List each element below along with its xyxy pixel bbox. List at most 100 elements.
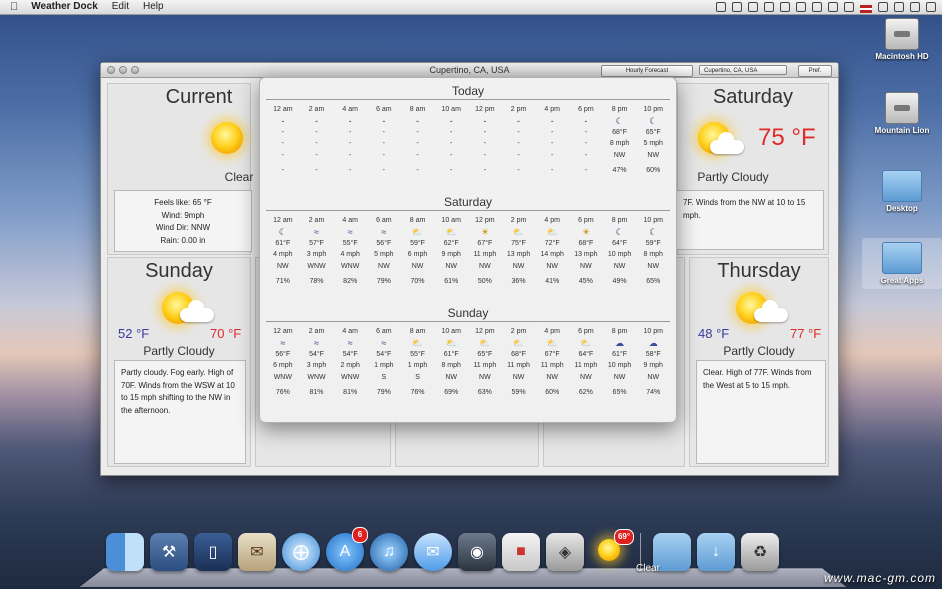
pc-icon: ⛅	[411, 227, 424, 238]
bluetooth-icon[interactable]	[796, 1, 806, 12]
hour-wind-speed: -	[281, 140, 284, 148]
trash-icon[interactable]: ♻	[741, 533, 779, 571]
folder-icon	[882, 170, 922, 202]
hour-wind-speed: 5 mph	[643, 140, 663, 148]
hour-time: 6 am	[376, 328, 392, 335]
user-icon[interactable]	[878, 1, 888, 12]
hour-wind-dir: NW	[445, 373, 458, 381]
plus-icon[interactable]	[764, 1, 774, 12]
hour-column: 8 pm ☾ 68°F 8 mph NW 47%	[603, 104, 637, 176]
location-select[interactable]: Cupertino, CA, USA	[699, 65, 787, 75]
hour-temp: 61°F	[275, 240, 291, 248]
hour-column: 4 am - - - - -	[333, 104, 367, 176]
pc-icon: ⛅	[445, 227, 457, 238]
mail-stamp-icon[interactable]: ✉	[238, 533, 276, 571]
wifi-icon[interactable]	[812, 1, 822, 12]
apple-menu-icon[interactable]: 	[0, 0, 24, 14]
hour-temp: 62°F	[443, 240, 459, 248]
hour-humidity: 65%	[646, 277, 661, 285]
pc-icon: ⛅	[445, 338, 457, 349]
hour-column: 2 am ≈57°F 3 mph WNW 78%	[300, 215, 334, 287]
hour-wind-speed: 4 mph	[340, 251, 360, 259]
hour-humidity: 62%	[578, 388, 593, 396]
hour-temp: 64°F	[578, 351, 594, 359]
notification-center-icon[interactable]	[926, 1, 936, 12]
spotlight-search-icon[interactable]	[910, 1, 920, 12]
app-menu[interactable]: Weather Dock	[24, 0, 105, 14]
hour-humidity: -	[349, 166, 352, 174]
facetime-icon[interactable]: ◉	[458, 533, 496, 571]
safari-icon[interactable]: ⨁	[282, 533, 320, 571]
view-mode-select[interactable]: Hourly Forecast	[601, 65, 693, 77]
battery-icon[interactable]	[844, 1, 854, 12]
app-store-badge: 6	[352, 527, 368, 543]
blank-icon: -	[315, 116, 318, 127]
downloads-folder-icon[interactable]: ↓	[697, 533, 735, 571]
hour-wind-dir: WNW	[307, 373, 326, 381]
hour-wind-speed: 10 mph	[607, 251, 632, 259]
hour-time: 12 pm	[475, 217, 495, 224]
thursday-title: Thursday	[717, 260, 801, 282]
watermark: www.mac-gm.com	[823, 571, 936, 585]
hour-wind-dir: NW	[647, 373, 660, 381]
pc-icon: ⛅	[411, 338, 424, 349]
hour-column: 6 am ≈56°F 5 mph NW 79%	[367, 215, 401, 287]
thursday-low-temp: 48 °F	[698, 326, 730, 341]
saturday-temp: 75 °F	[758, 124, 816, 151]
preview-icon[interactable]: ■	[502, 533, 540, 571]
blank-icon: -	[483, 116, 487, 127]
hour-wind-speed: 2 mph	[340, 362, 360, 370]
macintosh-hd-icon[interactable]: Macintosh HD	[862, 18, 942, 61]
cloudy-icon: ☁	[648, 338, 658, 349]
app-store-icon[interactable]: A 6	[326, 527, 368, 571]
airplay-icon[interactable]	[716, 1, 726, 12]
hour-wind-speed: -	[483, 140, 487, 148]
volume-icon[interactable]	[828, 1, 838, 12]
great-apps-label: Great Apps	[880, 276, 924, 285]
hour-time: 6 pm	[578, 106, 594, 113]
hour-wind-dir: WNW	[273, 373, 292, 381]
hour-column: 4 pm ⛅ 67°F 11 mph NW 60%	[535, 326, 569, 398]
hour-wind-dir: -	[281, 151, 284, 159]
hour-wind-dir: -	[450, 151, 453, 159]
xcode-icon[interactable]: ⚒	[150, 533, 188, 571]
saturday-description: 7F. Winds from the NW at 10 to 15 mph.	[676, 190, 824, 250]
hourly-day-title: Today	[451, 84, 485, 98]
hour-temp: 56°F	[376, 240, 392, 248]
dropbox-icon[interactable]	[732, 1, 742, 12]
edit-menu[interactable]: Edit	[105, 0, 136, 14]
hour-temp: -	[483, 129, 487, 137]
finder-icon[interactable]	[106, 533, 144, 571]
hour-time: 4 am	[342, 328, 358, 335]
itunes-icon[interactable]: ♫	[370, 533, 408, 571]
help-menu[interactable]: Help	[136, 0, 171, 14]
us-flag-icon[interactable]	[860, 4, 872, 13]
hour-wind-dir: -	[483, 151, 487, 159]
fog-icon: ≈	[314, 227, 319, 238]
hour-humidity: -	[315, 166, 318, 174]
hour-wind-dir: NW	[479, 262, 491, 270]
time-machine-icon[interactable]	[780, 1, 790, 12]
wind-row: Wind: 9mph	[161, 210, 205, 220]
hour-time: 2 am	[308, 217, 325, 224]
hour-humidity: 61%	[444, 277, 459, 285]
hour-column: 12 am ≈56°F 6 mph WNW 76%	[266, 326, 300, 398]
ios-simulator-icon[interactable]: ▯	[194, 533, 232, 571]
hour-time: 8 pm	[611, 106, 628, 113]
great-apps-folder-icon[interactable]: Great Apps	[862, 238, 942, 289]
hour-column: 2 pm - - - - -	[502, 104, 536, 176]
preferences-button[interactable]: Pref.	[798, 65, 832, 77]
iphoto-icon[interactable]: ◈	[546, 533, 584, 571]
hour-wind-dir: NW	[613, 373, 626, 381]
desktop-folder-icon[interactable]: Desktop	[862, 170, 942, 213]
weather-dock-icon[interactable]: 69°	[590, 529, 634, 571]
hour-wind-speed: 4 mph	[273, 251, 293, 259]
hourly-columns: 12 am ≈56°F 6 mph WNW 76% 2 am ≈54°F 3 mph WNW 81…	[266, 326, 670, 398]
clock-icon[interactable]	[894, 1, 904, 12]
messages-icon[interactable]: ✉	[414, 533, 452, 571]
hour-wind-speed: 3 mph	[306, 362, 327, 370]
window-titlebar[interactable]: Cupertino, CA, USA Hourly Forecast Cuper…	[101, 63, 838, 78]
mountain-lion-drive-icon[interactable]: Mountain Lion	[862, 92, 942, 135]
evernote-icon[interactable]	[748, 1, 758, 12]
hour-time: 8 pm	[611, 328, 628, 335]
